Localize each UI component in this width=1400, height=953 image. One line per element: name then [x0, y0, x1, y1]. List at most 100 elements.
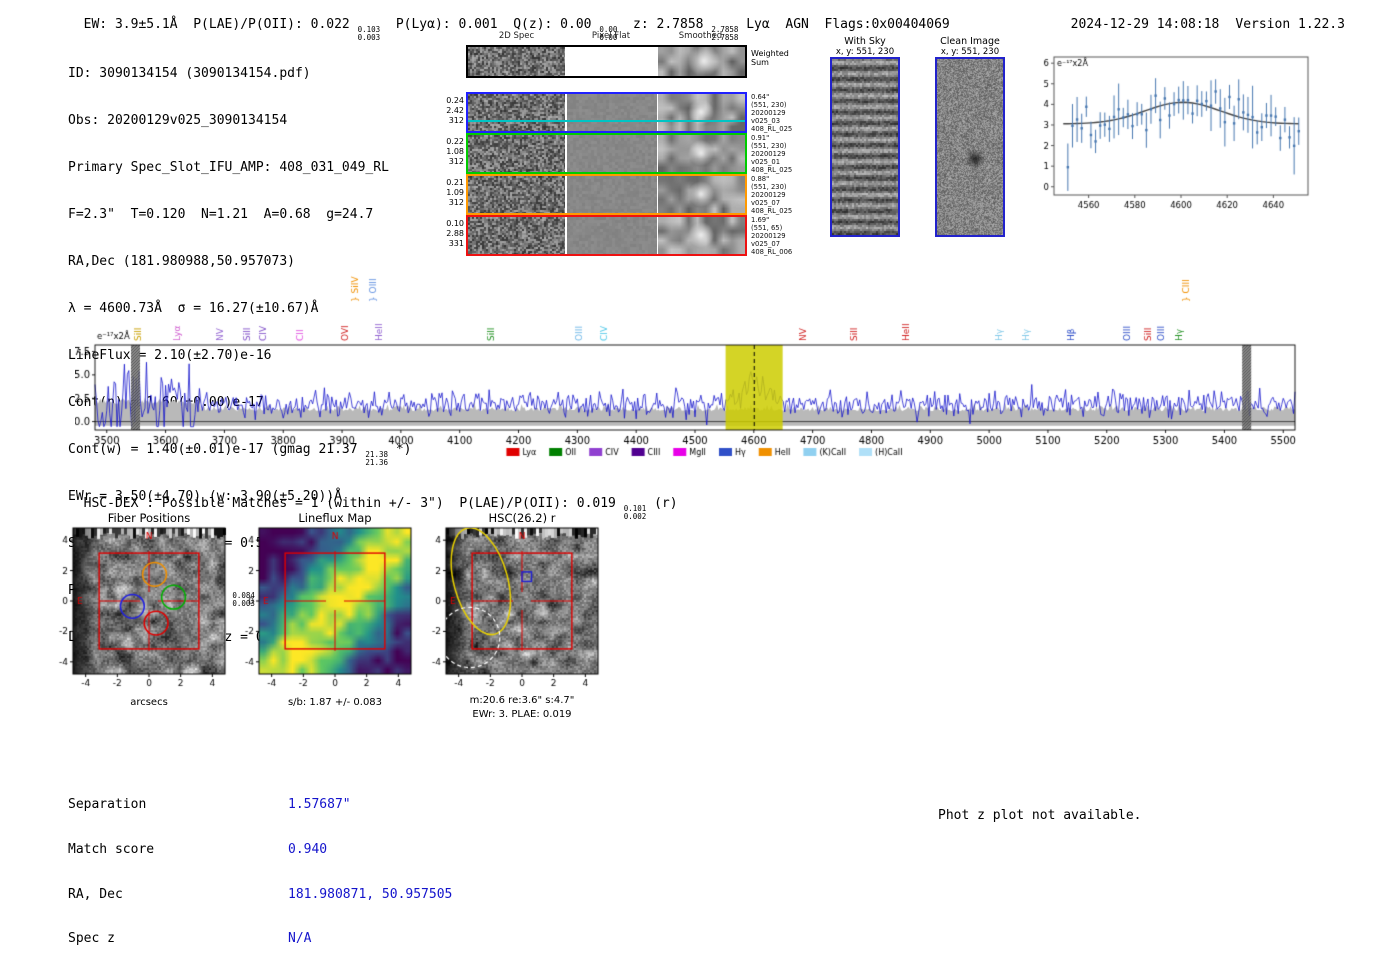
weighted-sum-smoothed-image	[658, 47, 745, 76]
fiber-cutout-row-4	[466, 215, 747, 256]
catalog-match-text: HSC-DEX : Possible Matches = 1 (within +…	[83, 496, 624, 511]
row-label: Separation	[68, 797, 147, 812]
fiber-obs: v025_03	[751, 117, 781, 125]
fiber-ifu-amp: 408_RL_006	[751, 248, 793, 256]
with-sky-xy: x, y: 551, 230	[835, 47, 895, 57]
fiber-sn: 1.09	[446, 188, 464, 197]
info-text: Obs: 20200129v025_3090134154	[68, 113, 288, 128]
fiber2-smoothed-image	[658, 135, 745, 172]
report-datetime: 2024-12-29 14:08:18	[1070, 17, 1220, 32]
info-line-seeing: F=2.3" T=0.120 N=1.21 A=0.68 g=24.7	[68, 206, 411, 223]
fiber-weight: 0.10	[446, 219, 464, 228]
info-text: F=2.3" T=0.120 N=1.21 A=0.68 g=24.7	[68, 207, 374, 222]
fiber-sn: 2.88	[446, 229, 464, 238]
fiber3-weights: 0.21 1.09 312	[438, 178, 464, 208]
fiber4-smoothed-image	[658, 217, 745, 254]
fiber-sn: 2.42	[446, 106, 464, 115]
fiber-xy: (551, 230)	[751, 183, 787, 191]
catalog-match-band: (r)	[646, 496, 678, 511]
fiber1-meta: 0.64" (551, 230) 20200129 v025_03 408_RL…	[751, 93, 792, 133]
fiber-date: 20200129	[751, 232, 786, 240]
with-sky-title: With Sky	[844, 36, 886, 47]
weighted-sum-row	[466, 45, 747, 78]
fiber-date: 20200129	[751, 150, 786, 158]
fiber1-2dspec-image	[468, 94, 565, 131]
row-label: RA, Dec	[68, 886, 123, 902]
fiber-weight: 0.21	[446, 178, 464, 187]
header-z-text: z: 2.7858	[617, 17, 712, 32]
row-value: 0.940	[288, 841, 328, 857]
clean-image-xy: x, y: 551, 230	[940, 47, 1000, 57]
fiber-positions-xlabel: arcsecs	[130, 697, 168, 708]
fiber2-pixelflat-image	[567, 135, 657, 172]
lineflux-map-caption: s/b: 1.87 +/- 0.083	[287, 697, 383, 708]
fiber3-smoothed-image	[658, 176, 745, 213]
weighted-label-line2: Sum	[751, 58, 769, 67]
fiber-cutout-row-1	[466, 92, 747, 133]
weighted-label-line1: Weighted	[751, 49, 789, 58]
fiber2-2dspec-image	[468, 135, 565, 172]
fiber-xy: (551, 230)	[751, 142, 787, 150]
fiber-cutout-row-2	[466, 133, 747, 174]
fiber-ifu-amp: 408_RL_025	[751, 207, 793, 215]
fiber-id: 312	[448, 157, 464, 166]
fiber-xy: (551, 65)	[751, 224, 783, 232]
fiber-distance: 0.88"	[751, 175, 770, 183]
table-row-specz: Spec z N/A	[68, 931, 452, 947]
row-value: N/A	[288, 931, 312, 947]
elixer-report-page: { "header": { "p1": "EW: 3.9±5.1Å P(LAE)…	[0, 0, 1400, 953]
fiber-ifu-amp: 408_RL_025	[751, 166, 793, 174]
fiber-id: 312	[448, 116, 464, 125]
weighted-sum-label: Weighted Sum	[751, 49, 789, 67]
with-sky-panel	[830, 57, 900, 237]
fiber-cutout-row-3	[466, 174, 747, 215]
info-line-obs: Obs: 20200129v025_3090134154	[68, 112, 411, 129]
lineflux-map-cutout	[229, 522, 424, 697]
row-value: 1.57687"	[288, 797, 351, 812]
fiber-sn: 1.08	[446, 147, 464, 156]
row-label: Spec z	[68, 931, 115, 947]
fiber4-weights: 0.10 2.88 331	[438, 219, 464, 249]
fiber4-pixelflat-image	[567, 217, 657, 254]
fraction-bottom: 0.002	[623, 511, 647, 521]
weighted-sum-2dspec-image	[468, 47, 565, 76]
info-text: ID: 3090134154 (3090134154.pdf)	[68, 66, 311, 81]
fiber-weight: 0.24	[446, 96, 464, 105]
info-line-primary-spec: Primary Spec_Slot_IFU_AMP: 408_031_049_R…	[68, 159, 411, 176]
fiber1-weights: 0.24 2.42 312	[438, 96, 464, 126]
row-value: 181.980871, 50.957505	[288, 886, 453, 902]
fiber4-meta: 1.69" (551, 65) 20200129 v025_07 408_RL_…	[751, 216, 792, 256]
photz-unavailable-note: Phot z plot not available.	[938, 808, 1142, 823]
fiber3-pixelflat-image	[567, 176, 657, 213]
report-version: Version 1.22.3	[1235, 17, 1345, 32]
full-spectrum-plot	[75, 262, 1315, 466]
fiber3-meta: 0.88" (551, 230) 20200129 v025_07 408_RL…	[751, 175, 792, 215]
fiber-obs: v025_07	[751, 199, 781, 207]
clean-image-panel	[935, 57, 1005, 237]
fiber-distance: 0.91"	[751, 134, 770, 142]
match-details-table: Separation 1.57687" Match score 0.940 RA, …	[68, 768, 452, 953]
header-datetime-version: 2024-12-29 14:08:18 Version 1.22.3	[1055, 2, 1345, 32]
column-header-smoothed: Smoothed	[678, 31, 723, 41]
fiber3-2dspec-image	[468, 176, 565, 213]
clean-image-title: Clean Image	[940, 36, 1000, 47]
fiber-distance: 0.64"	[751, 93, 770, 101]
fiber-id: 312	[448, 198, 464, 207]
table-row-separation: Separation 1.57687"	[68, 797, 452, 813]
fiber-date: 20200129	[751, 109, 786, 117]
row-label: Match score	[68, 841, 155, 857]
fiber-obs: v025_07	[751, 240, 781, 248]
fiber2-weights: 0.22 1.08 312	[438, 137, 464, 167]
hsc-cutout-caption1: m:20.6 re:3.6" s:4.7"	[469, 695, 575, 706]
hsc-cutout-caption2: EWr: 3. PLAE: 0.019	[472, 709, 572, 720]
header-plya-qz-text: P(Lyα): 0.001 Q(z): 0.00	[380, 17, 600, 32]
fiber4-2dspec-image	[468, 217, 565, 254]
fiber-positions-cutout	[43, 522, 238, 697]
fiber1-smoothed-image	[658, 94, 745, 131]
fiber-distance: 1.69"	[751, 216, 770, 224]
info-line-id: ID: 3090134154 (3090134154.pdf)	[68, 65, 411, 82]
clean-image	[937, 59, 1003, 235]
hsc-cutout	[416, 522, 611, 697]
fiber1-pixelflat-image	[567, 94, 657, 131]
with-sky-image	[832, 59, 898, 235]
